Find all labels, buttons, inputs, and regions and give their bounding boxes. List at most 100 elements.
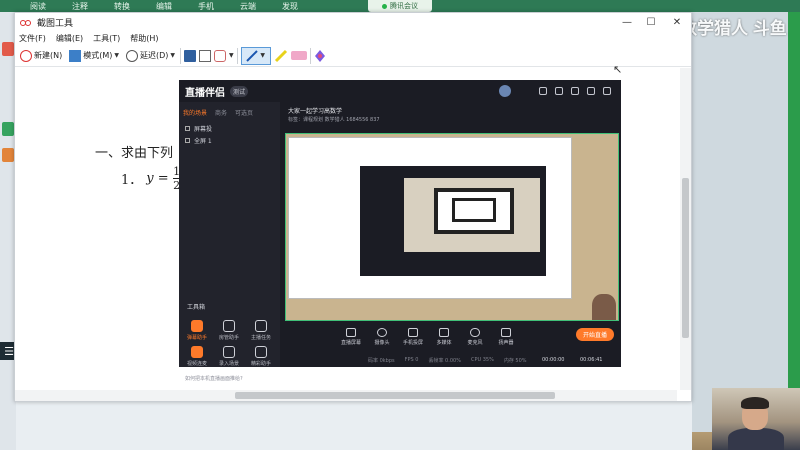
app-icon[interactable] (2, 148, 14, 162)
user-icon (223, 320, 235, 332)
camera-button[interactable]: 摄像头 (371, 328, 393, 346)
scene-item[interactable]: 屏幕投 (185, 124, 212, 133)
chevron-down-icon[interactable]: ▼ (229, 52, 234, 59)
menu-help[interactable]: 帮助(H) (130, 33, 158, 44)
person-hair (741, 397, 769, 409)
send-icon[interactable] (214, 49, 227, 62)
item-number: 1． (121, 173, 143, 188)
scene-label: 全屏 1 (194, 138, 212, 145)
tool-room-admin[interactable]: 房管助手 (217, 320, 241, 341)
ribbon-tab[interactable]: 云端 (240, 1, 256, 12)
horizontal-scrollbar[interactable] (15, 390, 677, 401)
delay-label: 延迟(D) (140, 51, 169, 60)
eraser-icon[interactable] (290, 51, 307, 60)
lock-icon[interactable] (571, 87, 579, 95)
paint-3d-icon[interactable] (314, 49, 326, 63)
webcam-feed (712, 388, 800, 450)
pen-tool-button[interactable]: ▼ (240, 46, 271, 65)
status-item: 丢帧率 0.00% (428, 358, 461, 364)
app-icon[interactable] (2, 122, 14, 136)
microphone-button[interactable]: 麦克风 (464, 328, 486, 346)
rectangle-icon (69, 49, 82, 62)
menu-file[interactable]: 文件(F) (19, 33, 46, 44)
danmu-icon (191, 320, 203, 332)
app-icon[interactable] (2, 42, 14, 56)
tab-optional[interactable]: 可选页 (235, 108, 253, 117)
toolbar-separator (309, 47, 311, 64)
gear-icon[interactable] (603, 87, 611, 95)
message-icon[interactable] (539, 87, 547, 95)
nested-preview (404, 178, 540, 252)
scene-item[interactable]: 全屏 1 (185, 136, 212, 145)
mode-label: 模式(M) (83, 51, 113, 60)
menu-tools[interactable]: 工具(T) (93, 33, 120, 44)
chevron-down-icon: ▼ (170, 52, 176, 59)
tab-my-scenes[interactable]: 我的场景 (183, 108, 207, 117)
chevron-down-icon: ▼ (114, 52, 120, 59)
tool-highlight[interactable]: 精彩助手 (249, 346, 273, 367)
status-item: FPS 0 (404, 357, 419, 363)
bell-icon[interactable] (587, 87, 595, 95)
tool-label: 房管助手 (218, 335, 239, 341)
close-button[interactable]: ✕ (667, 13, 687, 31)
toolbox-title: 工具箱 (187, 304, 206, 311)
course-title: 大家一起学习高数学 (288, 108, 343, 115)
start-live-button[interactable]: 开始直播 (576, 328, 614, 341)
ribbon-tab[interactable]: 发现 (282, 1, 298, 12)
ribbon-tab[interactable]: 阅读 (30, 1, 46, 12)
new-label: 新建(N) (34, 51, 63, 60)
control-label: 手机投屏 (402, 340, 423, 346)
status-item: 内存 50% (503, 358, 527, 364)
menu-edit[interactable]: 编辑(E) (56, 33, 83, 44)
tab-business[interactable]: 商务 (215, 108, 227, 117)
delay-button[interactable]: 延迟(D) ▼ (124, 47, 177, 65)
scissors-icon (20, 16, 32, 28)
tool-video-link[interactable]: 视频连麦 (185, 346, 209, 367)
scroll-thumb[interactable] (682, 178, 689, 338)
toolbar: 新建(N) 模式(M) ▼ 延迟(D) ▼ ▼ ▼ (15, 45, 691, 67)
title-bar[interactable]: 截图工具 — ☐ ✕ (15, 13, 691, 31)
ribbon-tab[interactable]: 编辑 (156, 1, 172, 12)
ribbon-tab[interactable]: 转换 (114, 1, 130, 12)
new-snip-button[interactable]: 新建(N) (18, 47, 64, 65)
media-button[interactable]: 多媒体 (433, 328, 455, 346)
stream-brand-watermark: 数学猎人 斗鱼 (680, 19, 787, 38)
mode-button[interactable]: 模式(M) ▼ (67, 47, 121, 65)
maximize-button[interactable]: ☐ (641, 13, 661, 31)
save-icon[interactable] (184, 49, 197, 62)
person-body (728, 428, 784, 450)
course-meta: 标签：课程规划 数学猎人 1684556 837 (288, 117, 380, 123)
help-tip[interactable]: 如何把本机直播画面推给? (185, 375, 243, 382)
avatar[interactable] (499, 85, 511, 97)
live-main-area: 大家一起学习高数学 标签：课程规划 数学猎人 1684556 837 直播屏幕 … (280, 102, 621, 367)
ribbon-tab[interactable]: 注释 (72, 1, 88, 12)
speaker-button[interactable]: 扬声器 (495, 328, 517, 346)
copy-icon[interactable] (199, 49, 212, 62)
tool-import-scene[interactable]: 录入场景 (217, 346, 241, 367)
highlighter-icon[interactable] (274, 49, 288, 63)
eye-icon[interactable] (185, 126, 190, 131)
menu-bar: 文件(F) 编辑(E) 工具(T) 帮助(H) (15, 31, 691, 45)
live-dot-icon (382, 3, 387, 9)
clock-icon (126, 49, 139, 62)
task-icon (255, 320, 267, 332)
meeting-indicator[interactable]: 腾讯会议 (368, 0, 432, 12)
screen-capture-button[interactable]: 直播屏幕 (340, 328, 362, 346)
settings-icon[interactable] (555, 87, 563, 95)
eye-icon[interactable] (185, 138, 190, 143)
scissors-icon (20, 49, 32, 62)
minimize-button[interactable]: — (617, 13, 637, 31)
version-badge: 测试 (230, 85, 249, 97)
ribbon-tab[interactable]: 手机 (198, 1, 214, 12)
control-label: 摄像头 (374, 340, 390, 346)
document-question: 一、求由下列 (95, 146, 174, 161)
vertical-scrollbar[interactable] (680, 68, 691, 390)
tool-danmu[interactable]: 弹幕助手 (185, 320, 209, 341)
status-bar: 码率 0kbps FPS 0 丢帧率 0.00% CPU 35% 内存 50% (280, 357, 621, 367)
stream-preview[interactable] (285, 133, 619, 321)
scroll-thumb[interactable] (235, 392, 555, 399)
tool-task[interactable]: 主播任务 (249, 320, 273, 341)
control-label: 多媒体 (436, 340, 452, 346)
phone-cast-button[interactable]: 手机投屏 (402, 328, 424, 346)
scene-label: 屏幕投 (194, 126, 213, 133)
